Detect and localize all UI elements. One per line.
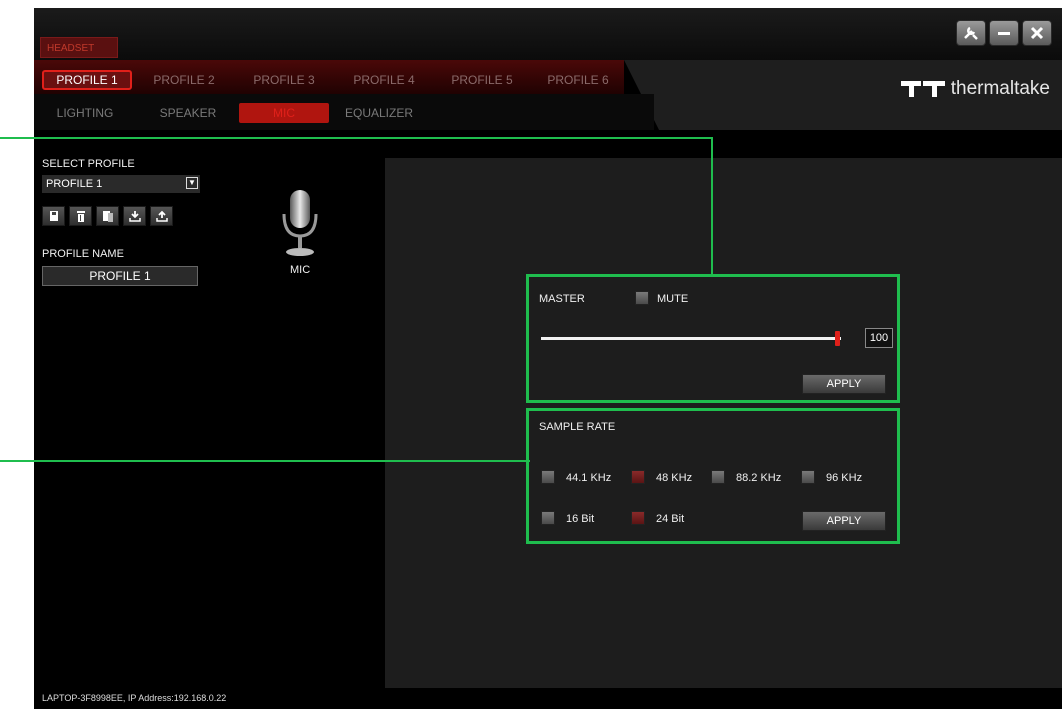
tt-logo-icon <box>900 81 945 97</box>
callout-line-bottom <box>0 460 530 462</box>
volume-slider[interactable] <box>541 337 841 340</box>
save-icon[interactable] <box>42 206 65 226</box>
close-icon[interactable] <box>1022 20 1052 46</box>
rate-48-checkbox[interactable] <box>631 470 645 484</box>
profile-name-field[interactable]: PROFILE 1 <box>42 266 198 286</box>
rate-44-1-label: 44.1 KHz <box>566 472 612 484</box>
callout-line-top-vertical <box>711 137 713 275</box>
tab-profile-6[interactable]: PROFILE 6 <box>538 70 618 90</box>
import-icon[interactable] <box>123 206 146 226</box>
profile-toolbar <box>42 206 173 226</box>
callout-line-top <box>0 137 712 139</box>
title-bar: HEADSET <box>34 8 1062 60</box>
rate-88-2-checkbox[interactable] <box>711 470 725 484</box>
sub-tab-bar: LIGHTING SPEAKER MIC EQUALIZER <box>34 94 654 130</box>
volume-slider-handle[interactable] <box>835 331 840 346</box>
tab-lighting[interactable]: LIGHTING <box>50 103 120 123</box>
copy-icon[interactable] <box>96 206 119 226</box>
delete-icon[interactable] <box>69 206 92 226</box>
tab-profile-4[interactable]: PROFILE 4 <box>344 70 424 90</box>
master-panel: MASTER MUTE 100 APPLY <box>526 274 900 403</box>
bit-24-label: 24 Bit <box>656 513 685 525</box>
tab-profile-3[interactable]: PROFILE 3 <box>244 70 324 90</box>
sample-rate-panel: SAMPLE RATE 44.1 KHz 48 KHz 88.2 KHz 96 … <box>526 408 900 544</box>
bit-16-checkbox[interactable] <box>541 511 555 525</box>
tab-profile-2[interactable]: PROFILE 2 <box>144 70 224 90</box>
rate-96-checkbox[interactable] <box>801 470 815 484</box>
profile-select[interactable]: PROFILE 1 ▼ <box>42 175 200 193</box>
export-icon[interactable] <box>150 206 173 226</box>
select-profile-label: SELECT PROFILE <box>42 158 135 170</box>
settings-wrench-icon[interactable] <box>956 20 986 46</box>
microphone-icon <box>274 188 326 265</box>
volume-value[interactable]: 100 <box>865 328 893 348</box>
bit-16-label: 16 Bit <box>566 513 595 525</box>
master-apply-button[interactable]: APPLY <box>802 374 886 394</box>
tab-equalizer[interactable]: EQUALIZER <box>339 103 419 123</box>
rate-48-label: 48 KHz <box>656 472 693 484</box>
mute-checkbox[interactable] <box>635 291 649 305</box>
rate-96-label: 96 KHz <box>826 472 863 484</box>
app-window: HEADSET PROFILE 1 PROFILE 2 PROFILE 3 PR… <box>34 8 1062 709</box>
brand-logo: thermaltake <box>900 78 1050 100</box>
window-controls <box>956 20 1052 46</box>
tab-mic[interactable]: MIC <box>239 103 329 123</box>
profile-tab-bar: PROFILE 1 PROFILE 2 PROFILE 3 PROFILE 4 … <box>34 60 624 94</box>
sample-rate-label: SAMPLE RATE <box>539 421 616 433</box>
mic-label: MIC <box>290 264 311 276</box>
master-label: MASTER <box>539 293 585 305</box>
tab-profile-5[interactable]: PROFILE 5 <box>442 70 522 90</box>
rate-88-2-label: 88.2 KHz <box>736 472 782 484</box>
status-footer: LAPTOP-3F8998EE, IP Address:192.168.0.22 <box>42 693 227 703</box>
mute-label: MUTE <box>657 293 689 305</box>
device-tab-headset[interactable]: HEADSET <box>40 37 118 58</box>
rate-44-1-checkbox[interactable] <box>541 470 555 484</box>
bit-24-checkbox[interactable] <box>631 511 645 525</box>
tab-profile-1[interactable]: PROFILE 1 <box>42 70 132 90</box>
chevron-down-icon: ▼ <box>186 177 198 189</box>
brand-name: thermaltake <box>950 78 1050 99</box>
profile-name-label: PROFILE NAME <box>42 248 124 260</box>
profile-select-value: PROFILE 1 <box>46 178 103 190</box>
sample-rate-apply-button[interactable]: APPLY <box>802 511 886 531</box>
tab-speaker[interactable]: SPEAKER <box>148 103 228 123</box>
minimize-icon[interactable] <box>989 20 1019 46</box>
